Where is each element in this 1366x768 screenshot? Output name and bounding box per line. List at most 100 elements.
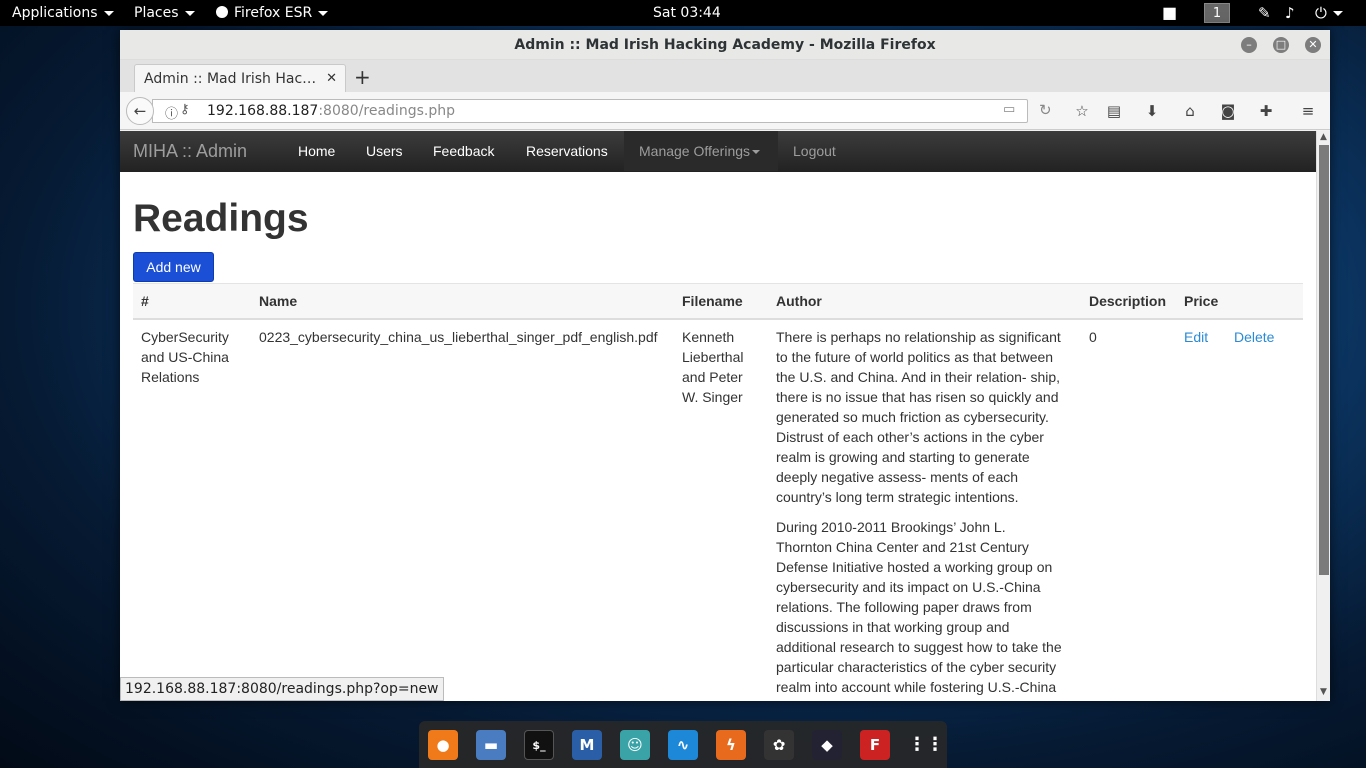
back-button[interactable]: ← — [126, 97, 154, 125]
page-content: MIHA :: Admin Home Users Feedback Reserv… — [120, 131, 1316, 701]
tab-label: Admin :: Mad Irish Hacking Academy — [144, 71, 319, 87]
key-icon[interactable]: ⚷ — [180, 102, 190, 117]
cell-num-line: Relations — [141, 369, 200, 385]
hamburger-menu-icon[interactable]: ≡ — [1298, 101, 1318, 121]
camera-icon[interactable]: ■ — [1162, 0, 1177, 26]
col-price: Price — [1184, 293, 1219, 309]
firefox-esr-menu[interactable]: Firefox ESR — [216, 0, 329, 26]
text-line: Distrust of each other’s actions in the … — [776, 429, 1044, 445]
armitage-dock-icon[interactable]: ☺ — [620, 730, 650, 760]
chevron-down-icon — [318, 10, 329, 16]
extensions-icon[interactable]: ✚ — [1256, 101, 1276, 121]
scroll-thumb[interactable] — [1319, 145, 1329, 575]
dock: ● ▬ $_ M ☺ ∿ ϟ ✿ ◆ F ⋮⋮ — [419, 721, 947, 768]
col-filename: Filename — [682, 293, 743, 309]
text-line: the U.S. and China. And in their relatio… — [776, 369, 1061, 385]
cell-name: 0223_cybersecurity_china_us_lieberthal_s… — [259, 329, 658, 345]
text-line: realm is growing and starting to generat… — [776, 449, 1030, 465]
tab-bar: Admin :: Mad Irish Hacking Academy ✕ + — [120, 60, 1330, 92]
terminal-dock-icon[interactable]: $_ — [524, 730, 554, 760]
maltego-dock-icon[interactable]: ✿ — [764, 730, 794, 760]
workspace-indicator[interactable]: 1 — [1204, 3, 1230, 23]
places-menu[interactable]: Places — [134, 0, 195, 26]
cell-description: 0 — [1089, 329, 1097, 345]
text-line: There is perhaps no relationship as sign… — [776, 329, 1061, 345]
text-line: country’s long term strategic intentions… — [776, 489, 1019, 505]
site-navbar: MIHA :: Admin Home Users Feedback Reserv… — [120, 131, 1316, 172]
window-title: Admin :: Mad Irish Hacking Academy - Moz… — [514, 37, 936, 53]
bookmark-star-icon[interactable]: ☆ — [1072, 101, 1092, 121]
close-tab-icon[interactable]: ✕ — [326, 65, 337, 93]
places-label: Places — [134, 5, 179, 21]
power-icon: ⏻ — [1315, 4, 1327, 22]
firefox-dock-icon[interactable]: ● — [428, 730, 458, 760]
close-window-button[interactable]: ✕ — [1305, 37, 1321, 53]
nav-users[interactable]: Users — [366, 131, 403, 171]
cell-filename-line: Kenneth — [682, 329, 735, 345]
home-icon[interactable]: ⌂ — [1180, 101, 1200, 121]
nav-manage-label: Manage Offerings — [639, 143, 751, 159]
cell-author: There is perhaps no relationship as sign… — [776, 327, 1062, 697]
text-line: there is no issue that has risen so quic… — [776, 389, 1059, 405]
minimize-button[interactable]: – — [1241, 37, 1257, 53]
pocket-icon[interactable]: ◙ — [1218, 101, 1238, 121]
chevron-down-icon — [103, 10, 114, 16]
firefox-icon — [216, 6, 228, 18]
delete-link[interactable]: Delete — [1234, 327, 1274, 347]
metasploit-dock-icon[interactable]: M — [572, 730, 602, 760]
applications-menu[interactable]: Applications — [12, 0, 114, 26]
show-apps-icon[interactable]: ⋮⋮ — [908, 730, 944, 760]
cell-filename-line: W. Singer — [682, 389, 743, 405]
text-line: deeply negative assess- ments of each — [776, 469, 1019, 485]
url-path: :8080/readings.php — [318, 103, 455, 119]
cell-num-line: CyberSecurity — [141, 329, 229, 345]
url-text[interactable]: 192.168.88.187:8080/readings.php — [207, 100, 455, 122]
new-tab-button[interactable]: + — [354, 64, 371, 90]
text-line: generated so much friction as cybersecur… — [776, 409, 1049, 425]
scroll-up-icon[interactable]: ▲ — [1320, 132, 1327, 142]
bookmarks-list-icon[interactable]: ▤ — [1104, 101, 1124, 121]
text-line: to the future of world politics as that … — [776, 349, 1054, 365]
power-menu[interactable]: ⏻ — [1315, 0, 1343, 26]
add-new-button[interactable]: Add new — [133, 252, 214, 282]
firefox-window: Admin :: Mad Irish Hacking Academy - Moz… — [120, 30, 1330, 701]
url-bar[interactable]: ⓘ ⚷ 192.168.88.187:8080/readings.php ▭ ↻ — [152, 99, 1052, 123]
applications-label: Applications — [12, 5, 98, 21]
nav-manage-offerings[interactable]: Manage Offerings — [639, 131, 761, 171]
cell-filename-line: and Peter — [682, 369, 743, 385]
cell-num: CyberSecurity and US-China Relations — [141, 327, 229, 387]
pen-icon[interactable]: ✎ — [1258, 0, 1271, 26]
window-titlebar[interactable]: Admin :: Mad Irish Hacking Academy - Moz… — [120, 30, 1330, 60]
arrow-left-icon: ← — [133, 102, 147, 120]
text-line: cybersecurity and its impact on U.S.-Chi… — [776, 579, 1041, 595]
edit-link[interactable]: Edit — [1184, 327, 1208, 347]
cell-filename-line: Lieberthal — [682, 349, 744, 365]
reader-view-icon[interactable]: ▭ — [1003, 102, 1015, 117]
nav-feedback[interactable]: Feedback — [433, 131, 494, 171]
tab-admin[interactable]: Admin :: Mad Irish Hacking Academy ✕ — [134, 64, 346, 92]
text-line: During 2010-2011 Brookings’ John L. — [776, 519, 1006, 535]
volume-icon[interactable]: ♪ — [1285, 0, 1295, 26]
maximize-button[interactable]: □ — [1273, 37, 1289, 53]
burpsuite-dock-icon[interactable]: ϟ — [716, 730, 746, 760]
chevron-down-icon — [184, 10, 195, 16]
nav-logout[interactable]: Logout — [793, 131, 836, 171]
nav-reservations[interactable]: Reservations — [526, 131, 608, 171]
info-icon[interactable]: ⓘ — [165, 103, 178, 122]
clock[interactable]: Sat 03:44 — [653, 0, 721, 26]
col-name: Name — [259, 293, 298, 309]
scroll-down-icon[interactable]: ▼ — [1320, 687, 1327, 697]
files-dock-icon[interactable]: ▬ — [476, 730, 506, 760]
page-scrollbar[interactable]: ▲ ▼ — [1316, 131, 1330, 701]
firefox-esr-label: Firefox ESR — [234, 5, 313, 21]
cherrytree-dock-icon[interactable]: ◆ — [812, 730, 842, 760]
cell-num-line: and US-China — [141, 349, 229, 365]
download-icon[interactable]: ⬇ — [1142, 101, 1162, 121]
author-paragraph-2: During 2010-2011 Brookings’ John L. Thor… — [776, 517, 1062, 697]
site-brand[interactable]: MIHA :: Admin — [133, 131, 247, 171]
nav-home[interactable]: Home — [298, 131, 335, 171]
reload-icon[interactable]: ↻ — [1039, 101, 1052, 119]
faraday-dock-icon[interactable]: F — [860, 730, 890, 760]
text-line: Defense Initiative hosted a working grou… — [776, 559, 1053, 575]
wireshark-dock-icon[interactable]: ∿ — [668, 730, 698, 760]
